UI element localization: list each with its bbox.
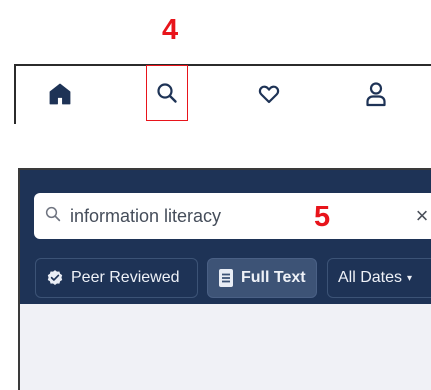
search-header: × Peer Reviewed	[20, 170, 431, 304]
document-icon	[218, 268, 234, 288]
step-number-5: 5	[314, 201, 331, 233]
all-dates-label: All Dates	[338, 269, 403, 286]
all-dates-filter[interactable]: All Dates ▾	[327, 258, 431, 298]
home-icon	[49, 83, 71, 105]
screenshot-page: 4 information literacy × Peer Reviewed F…	[0, 0, 431, 390]
search-box[interactable]: ×	[34, 193, 431, 239]
search-icon	[44, 205, 62, 228]
full-text-filter[interactable]: Full Text	[207, 258, 317, 298]
peer-reviewed-label: Peer Reviewed	[71, 269, 180, 286]
search-panel: × Peer Reviewed	[18, 168, 431, 390]
caret-down-icon: ▾	[407, 272, 413, 284]
nav-home-button[interactable]	[42, 66, 78, 122]
nav-search-button[interactable]	[146, 65, 188, 121]
user-icon	[366, 82, 386, 107]
full-text-label: Full Text	[241, 269, 306, 286]
clear-search-button[interactable]: ×	[409, 202, 431, 230]
bottom-nav-bar	[14, 64, 431, 124]
step-number-4: 4	[162, 14, 179, 46]
nav-left-divider	[14, 66, 16, 124]
peer-reviewed-filter[interactable]: Peer Reviewed	[35, 258, 198, 298]
search-icon	[157, 83, 177, 103]
check-badge-icon	[46, 269, 64, 287]
search-input[interactable]	[70, 201, 310, 231]
nav-profile-button[interactable]	[358, 66, 394, 122]
heart-icon	[258, 85, 280, 104]
nav-favorites-button[interactable]	[251, 66, 287, 122]
